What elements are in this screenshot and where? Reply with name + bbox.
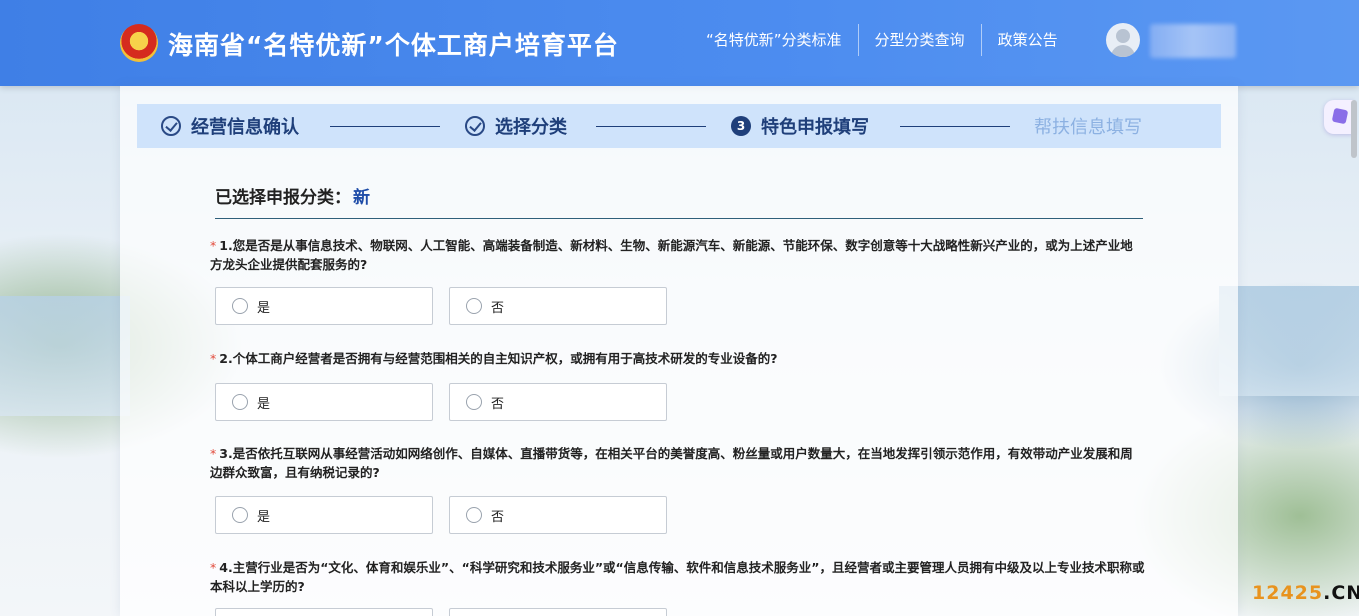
radio-icon[interactable] [232, 298, 248, 314]
watermark-number: 12425 [1252, 582, 1324, 604]
step-feature-declaration: 3 特色申报填写 [731, 104, 869, 148]
radio-icon[interactable] [232, 394, 248, 410]
site-watermark: 12425.CN [1252, 582, 1359, 604]
step-label: 帮扶信息填写 [1034, 117, 1142, 138]
selected-category: 已选择申报分类：新 [215, 183, 370, 208]
section-divider [215, 218, 1143, 219]
check-circle-icon [161, 116, 181, 136]
q2-option-yes[interactable]: 是 [215, 383, 433, 421]
user-avatar-icon[interactable] [1106, 23, 1140, 57]
question-4: * 4.主营行业是否为“文化、体育和娱乐业”、“科学研究和技术服务业”或“信息传输… [210, 558, 1145, 596]
q2-option-no[interactable]: 否 [449, 383, 667, 421]
question-text: 1.您是否是从事信息技术、物联网、人工智能、高端装备制造、新材料、生物、新能源汽… [210, 238, 1133, 272]
top-nav: “名特优新”分类标准 分型分类查询 政策公告 [706, 24, 1074, 56]
step-connector [900, 126, 1010, 127]
username-blurred[interactable] [1150, 24, 1236, 58]
sea-left [0, 296, 130, 416]
nav-classification-query[interactable]: 分型分类查询 [859, 24, 981, 56]
step-select-category: 选择分类 [465, 104, 567, 148]
top-header: 海南省“名特优新”个体工商户培育平台 “名特优新”分类标准 分型分类查询 政策公… [0, 0, 1359, 86]
step-label: 特色申报填写 [761, 117, 869, 138]
option-label: 是 [257, 300, 271, 316]
option-label: 否 [491, 300, 505, 316]
step-label: 选择分类 [495, 117, 567, 138]
check-circle-icon [465, 116, 485, 136]
option-label: 是 [257, 509, 271, 525]
page-scrollbar[interactable] [1351, 100, 1357, 158]
option-label: 否 [491, 396, 505, 412]
question-1: * 1.您是否是从事信息技术、物联网、人工智能、高端装备制造、新材料、生物、新能源… [210, 236, 1145, 274]
step-business-info: 经营信息确认 [161, 104, 299, 148]
radio-icon[interactable] [466, 298, 482, 314]
question-3: * 3.是否依托互联网从事经营活动如网络创作、自媒体、直播带货等，在相关平台的美誉… [210, 444, 1145, 482]
q4-option-yes[interactable]: 是 [215, 608, 433, 616]
nav-classification-standard[interactable]: “名特优新”分类标准 [706, 24, 858, 56]
national-emblem-icon [120, 24, 158, 62]
option-label: 是 [257, 396, 271, 412]
radio-icon[interactable] [466, 394, 482, 410]
step-connector [330, 126, 440, 127]
nav-policy-announcement[interactable]: 政策公告 [982, 24, 1074, 56]
required-marker: * [210, 560, 217, 575]
sea-right [1219, 286, 1359, 396]
required-marker: * [210, 238, 217, 253]
q3-option-yes[interactable]: 是 [215, 496, 433, 534]
step-assistance-info: 帮扶信息填写 [1034, 104, 1142, 148]
required-marker: * [210, 446, 217, 461]
option-label: 否 [491, 509, 505, 525]
selected-category-value: 新 [353, 188, 370, 208]
radio-icon[interactable] [466, 507, 482, 523]
site-title: 海南省“名特优新”个体工商户培育平台 [168, 31, 619, 60]
step-connector [596, 126, 706, 127]
q1-option-yes[interactable]: 是 [215, 287, 433, 325]
selected-category-label: 已选择申报分类： [215, 188, 351, 208]
watermark-suffix: .CN [1323, 582, 1359, 604]
question-2: * 2.个体工商户经营者是否拥有与经营范围相关的自主知识产权，或拥有用于高技术研发… [210, 349, 1145, 368]
q3-option-no[interactable]: 否 [449, 496, 667, 534]
q4-option-no[interactable]: 否 [449, 608, 667, 616]
floating-assistant-icon[interactable] [1324, 100, 1354, 134]
question-text: 3.是否依托互联网从事经营活动如网络创作、自媒体、直播带货等，在相关平台的美誉度… [210, 446, 1133, 480]
step-number-badge: 3 [731, 116, 751, 136]
required-marker: * [210, 351, 217, 366]
q1-option-no[interactable]: 否 [449, 287, 667, 325]
question-text: 2.个体工商户经营者是否拥有与经营范围相关的自主知识产权，或拥有用于高技术研发的… [219, 351, 778, 366]
step-label: 经营信息确认 [191, 117, 299, 138]
question-text: 4.主营行业是否为“文化、体育和娱乐业”、“科学研究和技术服务业”或“信息传输、… [210, 560, 1145, 594]
radio-icon[interactable] [232, 507, 248, 523]
